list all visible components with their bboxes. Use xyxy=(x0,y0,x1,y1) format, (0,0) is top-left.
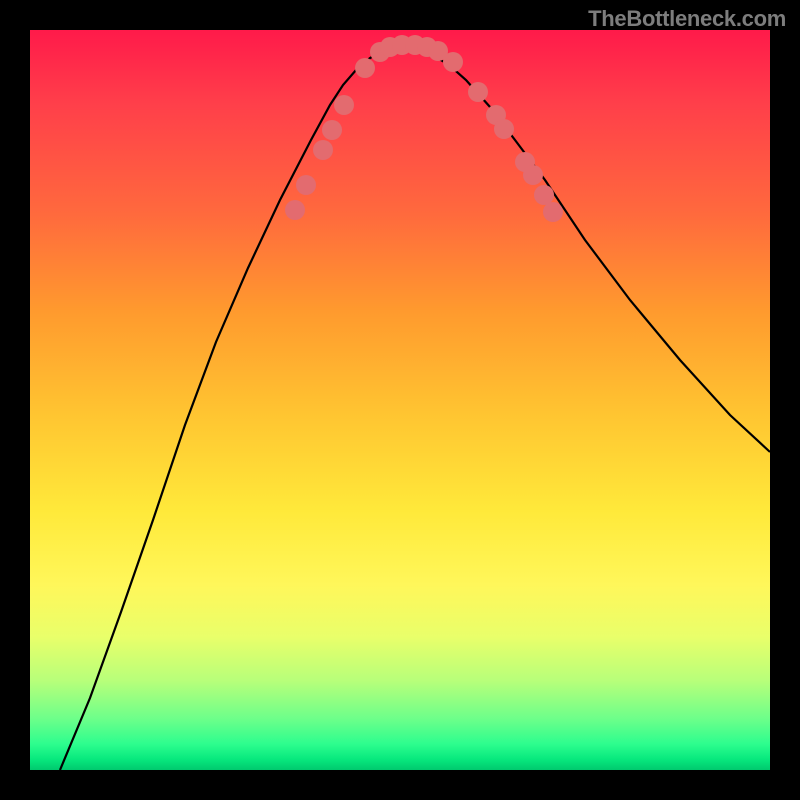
data-marker xyxy=(443,52,463,72)
data-marker xyxy=(322,120,342,140)
data-marker xyxy=(285,200,305,220)
data-marker xyxy=(468,82,488,102)
bottleneck-curve xyxy=(60,46,770,770)
data-marker xyxy=(494,119,514,139)
plot-area xyxy=(30,30,770,770)
data-marker xyxy=(355,58,375,78)
data-marker xyxy=(296,175,316,195)
marker-group xyxy=(285,35,563,222)
data-marker xyxy=(334,95,354,115)
chart-svg xyxy=(30,30,770,770)
data-marker xyxy=(534,185,554,205)
data-marker xyxy=(313,140,333,160)
data-marker xyxy=(543,202,563,222)
chart-stage: TheBottleneck.com xyxy=(0,0,800,800)
watermark-text: TheBottleneck.com xyxy=(588,6,786,32)
data-marker xyxy=(523,165,543,185)
